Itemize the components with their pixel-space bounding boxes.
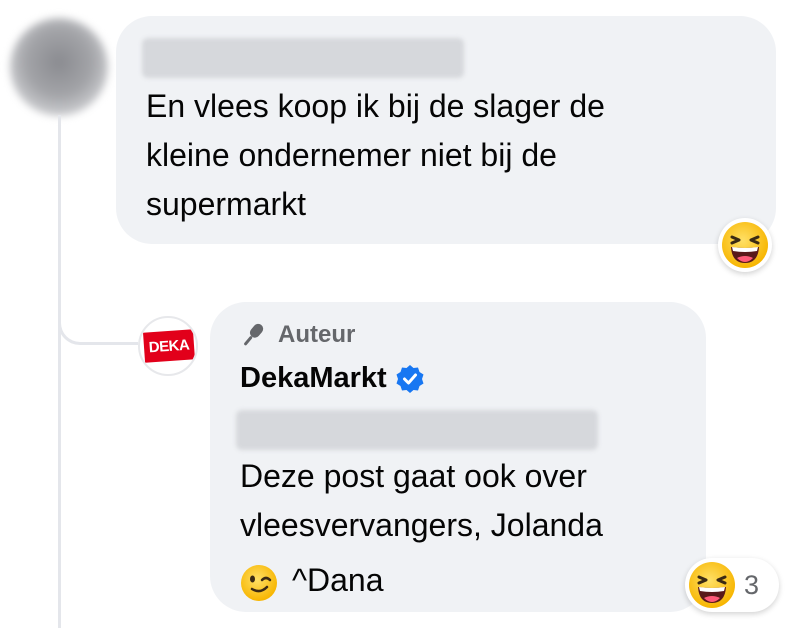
- comment-bubble: En vlees koop ik bij de slager de kleine…: [116, 16, 776, 244]
- comment-text: En vlees koop ik bij de slager de kleine…: [146, 88, 605, 222]
- reply-reaction[interactable]: 3: [685, 558, 779, 612]
- thread-branch: [58, 305, 138, 345]
- grinning-squinting-emoji-icon: [689, 562, 735, 608]
- reply-text: Deze post gaat ook over vleesvervangers,…: [240, 458, 603, 543]
- winking-face-emoji-icon: [241, 565, 277, 601]
- author-badge: Auteur: [238, 320, 355, 350]
- commenter-avatar[interactable]: [10, 18, 108, 116]
- commenter-name-redacted[interactable]: [142, 38, 464, 78]
- microphone-icon: [244, 323, 264, 346]
- author-badge-label: Auteur: [278, 321, 356, 348]
- dekamarkt-avatar[interactable]: DEKA: [138, 316, 198, 376]
- thread-line: [58, 115, 61, 628]
- grinning-squinting-emoji-icon: [722, 222, 768, 268]
- reaction-count: 3: [744, 569, 760, 600]
- tagged-name-redacted[interactable]: [236, 410, 598, 450]
- deka-logo: DEKA: [143, 329, 195, 363]
- page-name[interactable]: DekaMarkt: [240, 362, 387, 395]
- verified-badge-icon: [396, 364, 424, 393]
- page-name-row: DekaMarkt: [240, 362, 425, 395]
- reply-bubble: Auteur DekaMarkt Deze post gaat ook over…: [210, 302, 706, 612]
- comment-reaction[interactable]: [718, 218, 772, 272]
- reply-signature: ^Dana: [292, 562, 384, 598]
